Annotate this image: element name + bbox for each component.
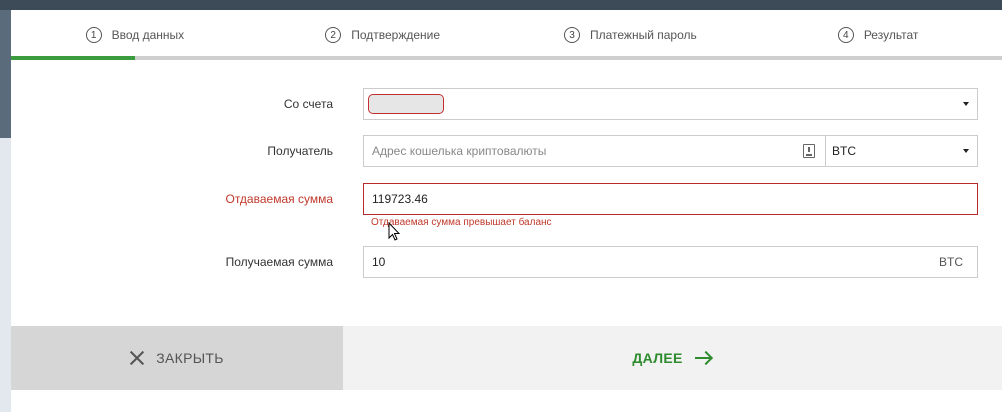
recipient-currency-select[interactable]: BTC xyxy=(825,135,978,167)
from-account-label: Со счета xyxy=(283,97,333,111)
step-confirmation: 2 Подтверждение xyxy=(259,10,507,60)
recipient-label: Получатель xyxy=(267,144,333,158)
step-label: Платежный пароль xyxy=(589,28,697,42)
stepper-track xyxy=(11,56,1002,60)
step-input-data: 1 Ввод данных xyxy=(11,10,259,60)
step-number-2: 2 xyxy=(325,27,342,43)
receive-amount-input[interactable]: 10 BTC xyxy=(363,246,978,278)
account-chip xyxy=(368,94,444,114)
send-amount-label: Отдаваемая сумма xyxy=(225,192,334,206)
close-icon xyxy=(130,351,144,365)
close-button[interactable]: ЗАКРЫТЬ xyxy=(11,326,343,390)
recipient-address-input[interactable]: Адрес кошелька криптовалюты xyxy=(363,135,826,167)
mouse-cursor-icon xyxy=(388,222,401,241)
step-number-1: 1 xyxy=(85,27,102,43)
step-label: Подтверждение xyxy=(351,28,441,42)
receive-amount-value: 10 xyxy=(372,255,386,269)
receive-amount-label: Получаемая сумма xyxy=(225,255,333,269)
step-number-4: 4 xyxy=(837,27,854,43)
address-book-icon[interactable] xyxy=(803,144,815,158)
send-amount-value: 119723.46 xyxy=(372,192,428,206)
step-result: 4 Результат xyxy=(754,10,1002,60)
window-top-bar xyxy=(0,0,1002,10)
from-account-select[interactable] xyxy=(363,88,978,120)
send-amount-input[interactable]: 119723.46 xyxy=(363,183,978,215)
step-payment-password: 3 Платежный пароль xyxy=(507,10,755,60)
chevron-down-icon xyxy=(963,149,969,153)
recipient-placeholder: Адрес кошелька криптовалюты xyxy=(372,144,547,158)
step-label: Результат xyxy=(863,28,919,42)
step-number-3: 3 xyxy=(563,27,580,43)
next-button-label: ДАЛЕЕ xyxy=(632,350,683,366)
stepper-progress xyxy=(11,56,135,60)
recipient-currency-value: BTC xyxy=(832,144,856,158)
arrow-right-icon xyxy=(694,350,713,366)
background-sidebar-dark xyxy=(0,10,11,138)
receive-currency-suffix: BTC xyxy=(939,255,963,269)
next-button[interactable]: ДАЛЕЕ xyxy=(343,326,1002,390)
chevron-down-icon xyxy=(963,102,969,106)
close-button-label: ЗАКРЫТЬ xyxy=(156,350,224,366)
step-label: Ввод данных xyxy=(111,28,185,42)
transfer-modal: 1 Ввод данных 2 Подтверждение 3 Платежны… xyxy=(11,10,1002,412)
stepper: 1 Ввод данных 2 Подтверждение 3 Платежны… xyxy=(11,10,1002,60)
background-left-edge xyxy=(0,10,11,412)
